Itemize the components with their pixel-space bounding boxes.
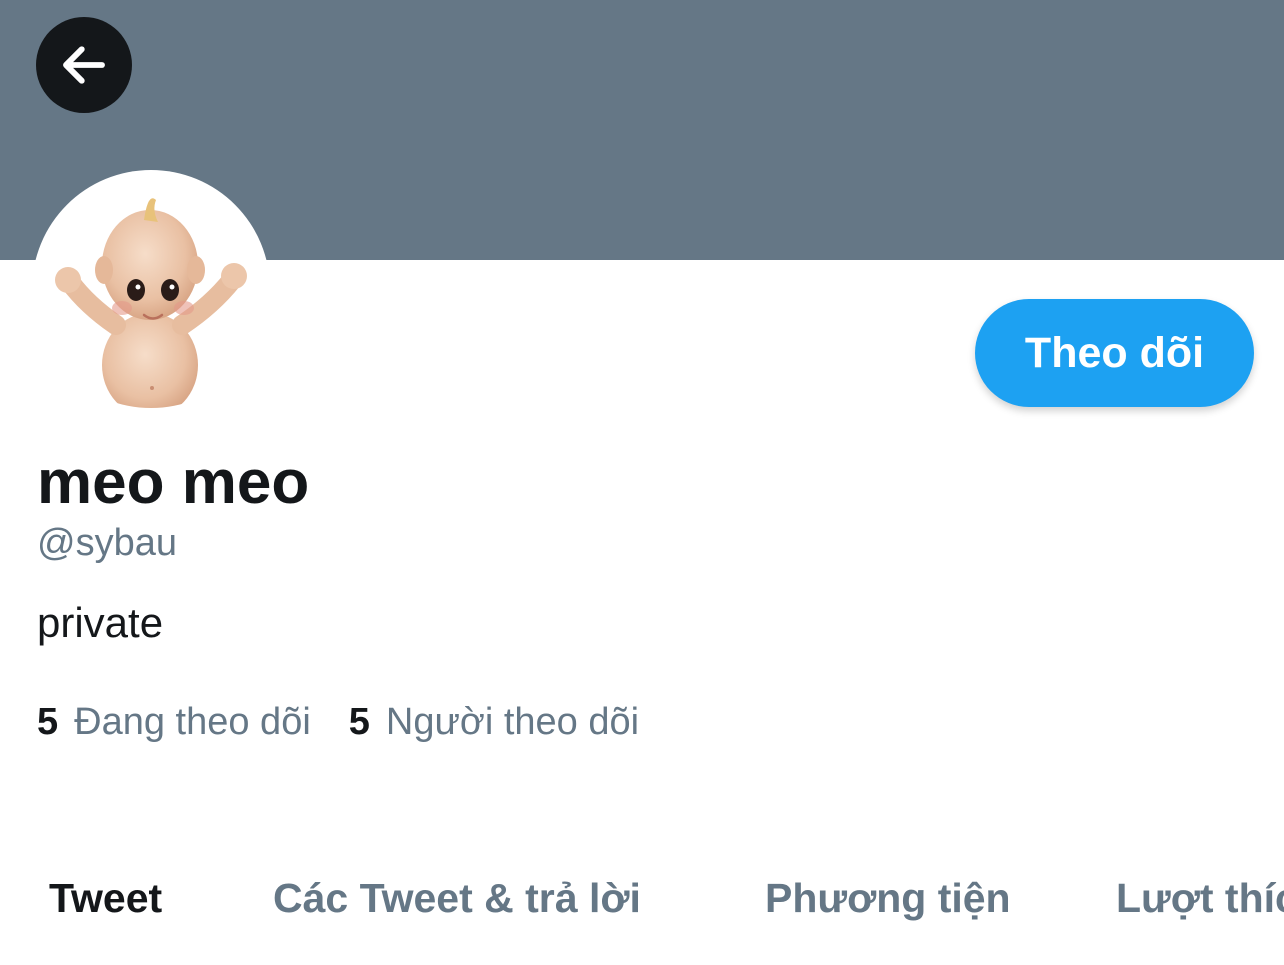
following-link[interactable]: 5 Đang theo dõi: [37, 698, 311, 746]
back-button[interactable]: [36, 17, 132, 113]
user-bio: private: [37, 599, 164, 646]
display-name: meo meo: [37, 448, 310, 517]
followers-count: 5: [348, 701, 370, 743]
profile-tabs: Tweet Các Tweet & trả lời Phương tiện Lư…: [0, 870, 1284, 930]
tab-media[interactable]: Phương tiện: [765, 870, 1011, 926]
avatar[interactable]: [32, 170, 270, 408]
tab-tweets-and-replies[interactable]: Các Tweet & trả lời: [273, 870, 641, 926]
following-label: Đang theo dõi: [74, 701, 311, 743]
tab-likes[interactable]: Lượt thích: [1116, 870, 1284, 926]
followers-link[interactable]: 5 Người theo dõi: [349, 698, 639, 746]
follow-stats: 5 Đang theo dõi 5 Người theo dõi: [37, 698, 639, 746]
tab-tweets[interactable]: Tweet: [49, 870, 162, 926]
following-count: 5: [37, 701, 59, 743]
follow-button[interactable]: Theo dõi: [975, 299, 1254, 407]
user-handle: @sybau: [37, 522, 177, 564]
arrow-left-icon: [63, 46, 105, 84]
profile-page: Theo dõi meo meo @sybau private 5 Đang t…: [0, 0, 1284, 965]
kewpie-doll-avatar: [55, 198, 247, 408]
followers-label: Người theo dõi: [385, 701, 640, 743]
